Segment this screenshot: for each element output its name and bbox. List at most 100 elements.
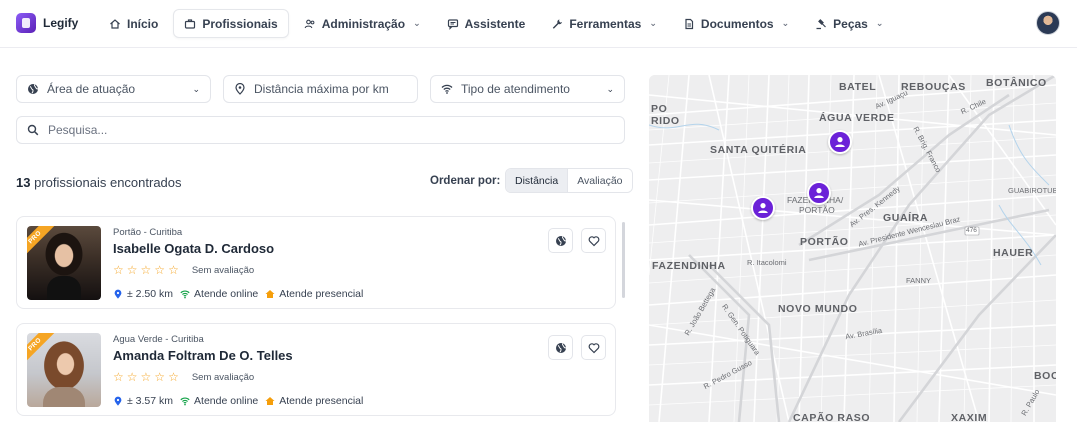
chevron-down-icon: ⌄ <box>875 18 884 28</box>
rating-stars: ☆ ☆ ☆ ☆ ☆ Sem avaliação <box>113 264 254 276</box>
document-icon <box>685 18 694 29</box>
website-button[interactable] <box>548 335 573 360</box>
globe-icon <box>555 235 566 246</box>
chevron-down-icon: ⌄ <box>413 18 421 28</box>
professional-name[interactable]: Amanda Foltram De O. Telles <box>113 348 293 363</box>
nav-ferramentas[interactable]: Ferramentas ⌄ <box>540 9 668 38</box>
online-info: Atende online <box>180 288 258 300</box>
star-icon: ☆ <box>154 370 166 384</box>
briefcase-icon <box>185 18 196 29</box>
rating-label: Sem avaliação <box>191 371 255 383</box>
favorite-button[interactable] <box>581 228 606 253</box>
professional-name[interactable]: Isabelle Ogata D. Cardoso <box>113 241 274 256</box>
map-label: HAUER <box>993 247 1034 259</box>
area-select-label: Área de atuação <box>47 82 136 96</box>
distance-value: ± 2.50 km <box>127 288 174 300</box>
nav-profissionais[interactable]: Profissionais <box>173 9 289 38</box>
street-label: 476 <box>966 227 977 234</box>
website-button[interactable] <box>548 228 573 253</box>
nav-documentos[interactable]: Documentos ⌄ <box>672 9 800 38</box>
nav-assistente[interactable]: Assistente <box>436 9 537 38</box>
main-nav: Início Profissionais Administração ⌄ Ass… <box>98 9 894 38</box>
nav-label: Peças <box>833 16 868 31</box>
sort-rating-button[interactable]: Avaliação <box>568 169 632 192</box>
nav-label: Administração <box>321 16 406 31</box>
map-label: BATEL <box>839 81 877 93</box>
distance-value: ± 3.57 km <box>127 395 174 407</box>
results-scrollbar[interactable] <box>622 222 625 298</box>
search-placeholder: Pesquisa... <box>48 123 108 137</box>
star-icon: ☆ <box>168 370 179 384</box>
map-label: XAXIM <box>951 412 988 422</box>
brand-logo[interactable]: Legify <box>16 13 78 33</box>
search-input[interactable]: Pesquisa... <box>16 116 625 144</box>
heart-icon <box>588 342 599 353</box>
users-icon <box>304 19 315 28</box>
wifi-icon <box>180 290 190 299</box>
location-pin-icon <box>235 83 245 95</box>
chevron-down-icon: ⌄ <box>649 18 657 28</box>
map-label: REBOUÇAS <box>901 81 966 93</box>
professional-meta: ± 3.57 km Atende online Atende presencia… <box>113 395 363 407</box>
map-view[interactable]: BATEL REBOUÇAS BOTÂNICO PO RIDO ÁGUA VER… <box>649 75 1056 422</box>
distance-info: ± 2.50 km <box>113 288 173 300</box>
top-navbar: Legify Início Profissionais Administraçã… <box>0 0 1077 48</box>
map-label: CAPÃO RASO <box>793 412 871 422</box>
professional-card[interactable]: PRO Agua Verde - Curitiba Amanda Foltram… <box>16 323 616 416</box>
chevron-down-icon: ⌄ <box>192 84 200 94</box>
home-icon <box>265 290 275 298</box>
wrench-icon <box>553 19 563 29</box>
home-icon <box>110 18 120 29</box>
service-type-label: Tipo de atendimento <box>461 82 570 96</box>
presencial-info: Atende presencial <box>265 288 363 300</box>
star-icon: ☆ <box>126 263 138 277</box>
distance-input-label: Distância máxima por km <box>254 82 389 96</box>
online-info: Atende online <box>180 395 258 407</box>
online-label: Atende online <box>194 395 259 407</box>
map-label: FAZENDINHA <box>652 260 726 272</box>
nav-label: Profissionais <box>202 16 278 31</box>
professional-photo: PRO <box>27 226 101 300</box>
user-icon <box>814 188 824 198</box>
street-label: R. Itacolomi <box>747 258 787 267</box>
pro-badge: PRO <box>27 226 55 257</box>
map-marker[interactable] <box>807 181 831 205</box>
star-icon: ☆ <box>168 263 179 277</box>
rating-stars: ☆ ☆ ☆ ☆ ☆ Sem avaliação <box>113 371 254 383</box>
user-icon <box>835 137 845 147</box>
nav-pecas[interactable]: Peças ⌄ <box>804 9 894 38</box>
home-icon <box>265 397 275 405</box>
map-label: ÁGUA VERDE <box>819 112 895 124</box>
nav-label: Ferramentas <box>569 16 642 31</box>
location-pin-icon <box>114 289 122 299</box>
professional-card[interactable]: PRO Portão - Curitiba Isabelle Ogata D. … <box>16 216 616 309</box>
globe-icon <box>28 84 39 94</box>
brand-name: Legify <box>43 16 79 30</box>
user-avatar[interactable] <box>1036 11 1060 35</box>
star-icon: ☆ <box>140 370 152 384</box>
distance-input[interactable]: Distância máxima por km <box>223 75 418 103</box>
chevron-down-icon: ⌄ <box>606 84 614 94</box>
filters-row: Área de atuação ⌄ Distância máxima por k… <box>16 75 625 103</box>
nav-administracao[interactable]: Administração ⌄ <box>293 9 432 38</box>
chevron-down-icon: ⌄ <box>781 18 790 28</box>
map-label: BOC <box>1034 370 1056 382</box>
professional-location: Agua Verde - Curitiba <box>113 334 204 345</box>
nav-inicio[interactable]: Início <box>98 9 169 38</box>
search-icon <box>27 124 39 136</box>
chat-icon <box>447 18 458 30</box>
globe-icon <box>555 342 566 353</box>
favorite-button[interactable] <box>581 335 606 360</box>
map-marker[interactable] <box>751 196 775 220</box>
wifi-icon <box>180 397 190 406</box>
area-select[interactable]: Área de atuação ⌄ <box>16 75 211 103</box>
map-label: GUAÍRA <box>883 212 929 224</box>
map-marker[interactable] <box>828 130 852 154</box>
results-count: 13 profissionais encontrados <box>16 175 182 190</box>
photo-body <box>47 276 81 300</box>
service-type-select[interactable]: Tipo de atendimento ⌄ <box>430 75 625 103</box>
star-icon: ☆ <box>154 263 166 277</box>
sort-distance-button[interactable]: Distância <box>506 169 569 192</box>
heart-icon <box>588 235 599 246</box>
results-count-label: profissionais encontrados <box>34 175 182 190</box>
